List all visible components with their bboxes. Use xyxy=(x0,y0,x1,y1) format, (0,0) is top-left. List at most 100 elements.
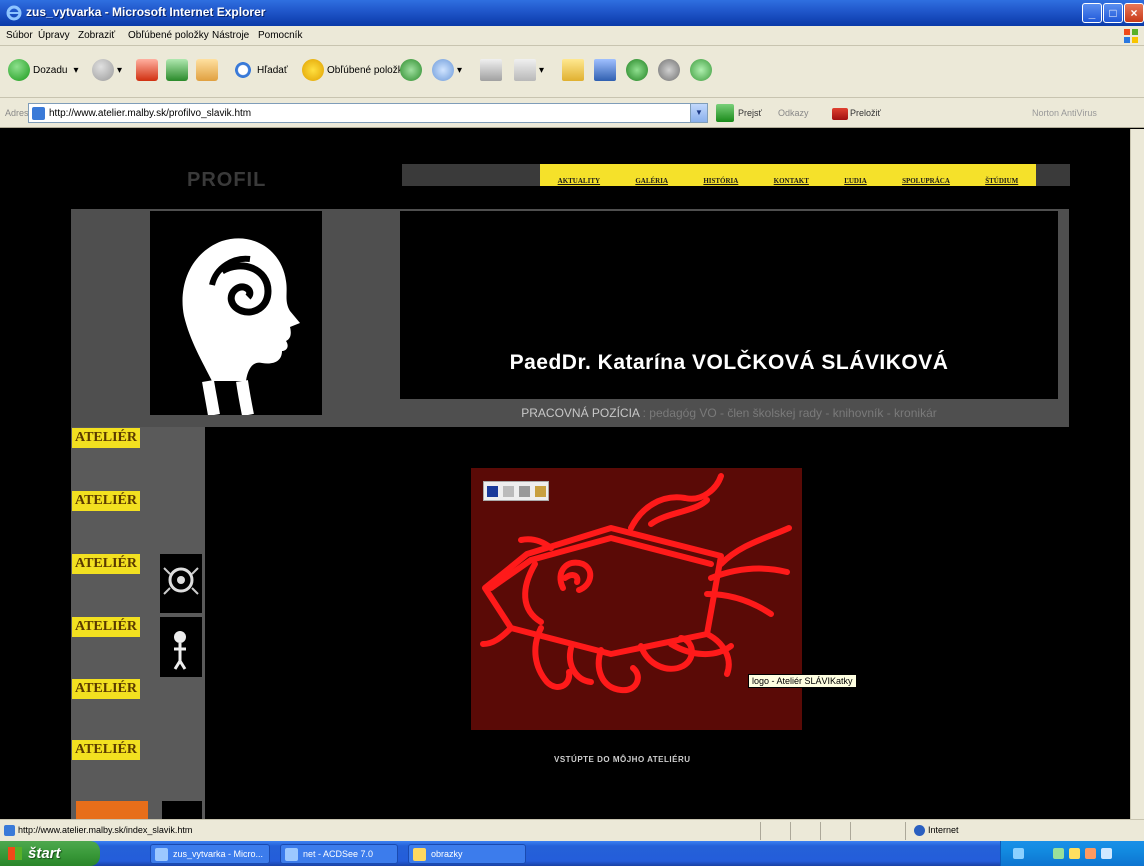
windows-flag-icon xyxy=(8,847,22,860)
menu-edit[interactable]: Úpravy xyxy=(38,30,70,41)
nav-link-spolupraca[interactable]: SPOLUPRÁCA xyxy=(902,177,950,185)
stop-icon xyxy=(136,59,158,81)
save-icon[interactable] xyxy=(486,485,498,497)
menu-bar: Súbor Úpravy Zobraziť Obľúbené položky N… xyxy=(0,26,1144,46)
nav-link-galeria[interactable]: GALÉRIA xyxy=(635,177,668,185)
back-button[interactable]: Dozadu ▾ xyxy=(8,56,79,84)
people-icon xyxy=(690,59,712,81)
atelier-link-3[interactable]: ATELIÉR xyxy=(72,554,140,574)
research-button[interactable] xyxy=(594,56,619,84)
atelier-logo-image[interactable] xyxy=(471,468,802,730)
task-ie-label: zus_vytvarka - Micro... xyxy=(173,849,264,859)
history-button[interactable] xyxy=(400,56,425,84)
position-label: PRACOVNÁ POZÍCIA xyxy=(521,406,640,420)
window-title: zus_vytvarka - Microsoft Internet Explor… xyxy=(26,5,266,19)
start-button[interactable]: štart xyxy=(0,841,100,866)
go-button[interactable]: Prejsť xyxy=(738,108,762,118)
search-icon xyxy=(232,59,254,81)
atelier-thumbnail-2[interactable] xyxy=(160,617,202,677)
position-line: PRACOVNÁ POZÍCIA : pedagóg VO - člen ško… xyxy=(400,406,1058,420)
task-acdsee[interactable]: net - ACDSee 7.0 xyxy=(280,844,398,864)
person-name: PaedDr. Katarína VOLČKOVÁ SLÁVIKOVÁ xyxy=(509,351,949,374)
security-zone: Internet xyxy=(928,825,959,835)
refresh-button[interactable] xyxy=(166,56,191,84)
globe-icon xyxy=(914,825,925,836)
ie-logo-icon xyxy=(6,5,22,21)
main-nav: AKTUALITY GALÉRIA HISTÓRIA KONTAKT ĽUDIA… xyxy=(540,177,1036,185)
atelier-thumbnail-1[interactable] xyxy=(160,554,202,613)
tray-app-icon[interactable] xyxy=(1069,848,1080,859)
close-button[interactable]: × xyxy=(1124,3,1144,23)
menu-tools[interactable]: Nástroje xyxy=(212,30,249,41)
stop-button[interactable] xyxy=(136,56,161,84)
extra-button[interactable] xyxy=(690,56,715,84)
artwork-thumbnail-icon xyxy=(163,567,199,595)
folder-icon xyxy=(562,59,584,81)
folder-icon[interactable] xyxy=(534,485,546,497)
image-toolbar xyxy=(483,481,549,501)
title-bar: zus_vytvarka - Microsoft Internet Explor… xyxy=(0,0,1144,26)
nav-link-ludia[interactable]: ĽUDIA xyxy=(844,177,867,185)
translate-icon xyxy=(832,108,848,120)
network-icon[interactable] xyxy=(1013,848,1024,859)
home-button[interactable] xyxy=(196,56,221,84)
address-field[interactable]: http://www.atelier.malby.sk/profilvo_sla… xyxy=(28,103,708,123)
refresh-icon xyxy=(166,59,188,81)
messenger-button[interactable] xyxy=(626,56,651,84)
tray-app-icon[interactable] xyxy=(1053,848,1064,859)
edit-icon xyxy=(514,59,536,81)
mail-button[interactable]: ▾ xyxy=(432,56,462,84)
nav-link-studium[interactable]: ŠTÚDIUM xyxy=(985,177,1018,185)
menu-file[interactable]: Súbor xyxy=(6,30,33,41)
print-button[interactable] xyxy=(480,56,505,84)
atelier-link-2[interactable]: ATELIÉR xyxy=(72,491,140,511)
mail-icon[interactable] xyxy=(518,485,530,497)
search-button[interactable]: Hľadať xyxy=(232,56,288,84)
minimize-button[interactable]: _ xyxy=(1082,3,1102,23)
menu-favorites[interactable]: Obľúbené položky xyxy=(128,30,209,41)
menu-help[interactable]: Pomocník xyxy=(258,30,302,41)
position-value: : pedagóg VO - člen školskej rady - knih… xyxy=(642,406,937,420)
atelier-link-6[interactable]: ATELIÉR xyxy=(72,740,140,760)
web-page: PROFIL AKTUALITY GALÉRIA HISTÓRIA KONTAK… xyxy=(14,129,1130,819)
nav-link-historia[interactable]: HISTÓRIA xyxy=(703,177,738,185)
nav-link-kontakt[interactable]: KONTAKT xyxy=(774,177,809,185)
translate-button[interactable]: Preložiť xyxy=(850,108,881,118)
chevron-down-icon[interactable]: ▼ xyxy=(690,104,707,122)
status-bar: http://www.atelier.malby.sk/index_slavik… xyxy=(0,819,1144,841)
page-icon xyxy=(32,107,45,120)
task-folder[interactable]: obrazky xyxy=(408,844,526,864)
star-icon xyxy=(302,59,324,81)
favorites-button[interactable]: Obľúbené položky xyxy=(302,56,408,84)
tools-button[interactable] xyxy=(658,56,683,84)
atelier-link-4[interactable]: ATELIÉR xyxy=(72,617,140,637)
head-profile-icon xyxy=(182,238,300,417)
atelier-link-1[interactable]: ATELIÉR xyxy=(72,428,140,448)
history-icon xyxy=(400,59,422,81)
vertical-scrollbar[interactable] xyxy=(1130,129,1144,819)
go-arrow-icon[interactable] xyxy=(716,104,734,122)
nav-link-aktuality[interactable]: AKTUALITY xyxy=(558,177,600,185)
back-label: Dozadu xyxy=(33,64,68,76)
folder-button[interactable] xyxy=(562,56,587,84)
gear-icon xyxy=(658,59,680,81)
figure-thumbnail-icon xyxy=(173,631,187,670)
task-ie[interactable]: zus_vytvarka - Micro... xyxy=(150,844,270,864)
forward-arrow-icon xyxy=(92,59,114,81)
atelier-link-5[interactable]: ATELIÉR xyxy=(72,679,140,699)
print-icon[interactable] xyxy=(502,485,514,497)
taskbar: štart zus_vytvarka - Micro... net - ACDS… xyxy=(0,841,1144,866)
menu-view[interactable]: Zobraziť xyxy=(78,30,115,41)
maximize-button[interactable]: □ xyxy=(1103,3,1123,23)
system-tray xyxy=(1000,841,1144,866)
enter-atelier-link[interactable]: VSTÚPTE DO MÔJHO ATELIÉRU xyxy=(554,755,691,764)
norton-antivirus-label[interactable]: Norton AntiVirus xyxy=(1032,108,1097,118)
toolbar: Dozadu ▾ ▾ Hľadať Obľúbené položky ▾ ▾ xyxy=(0,46,1144,98)
forward-button[interactable]: ▾ xyxy=(92,56,122,84)
black-block xyxy=(162,801,202,819)
tray-app-icon[interactable] xyxy=(1085,848,1096,859)
edit-button[interactable]: ▾ xyxy=(514,56,544,84)
links-button[interactable]: Odkazy xyxy=(778,108,809,118)
speaker-icon[interactable] xyxy=(1101,848,1112,859)
status-divider xyxy=(790,822,791,840)
